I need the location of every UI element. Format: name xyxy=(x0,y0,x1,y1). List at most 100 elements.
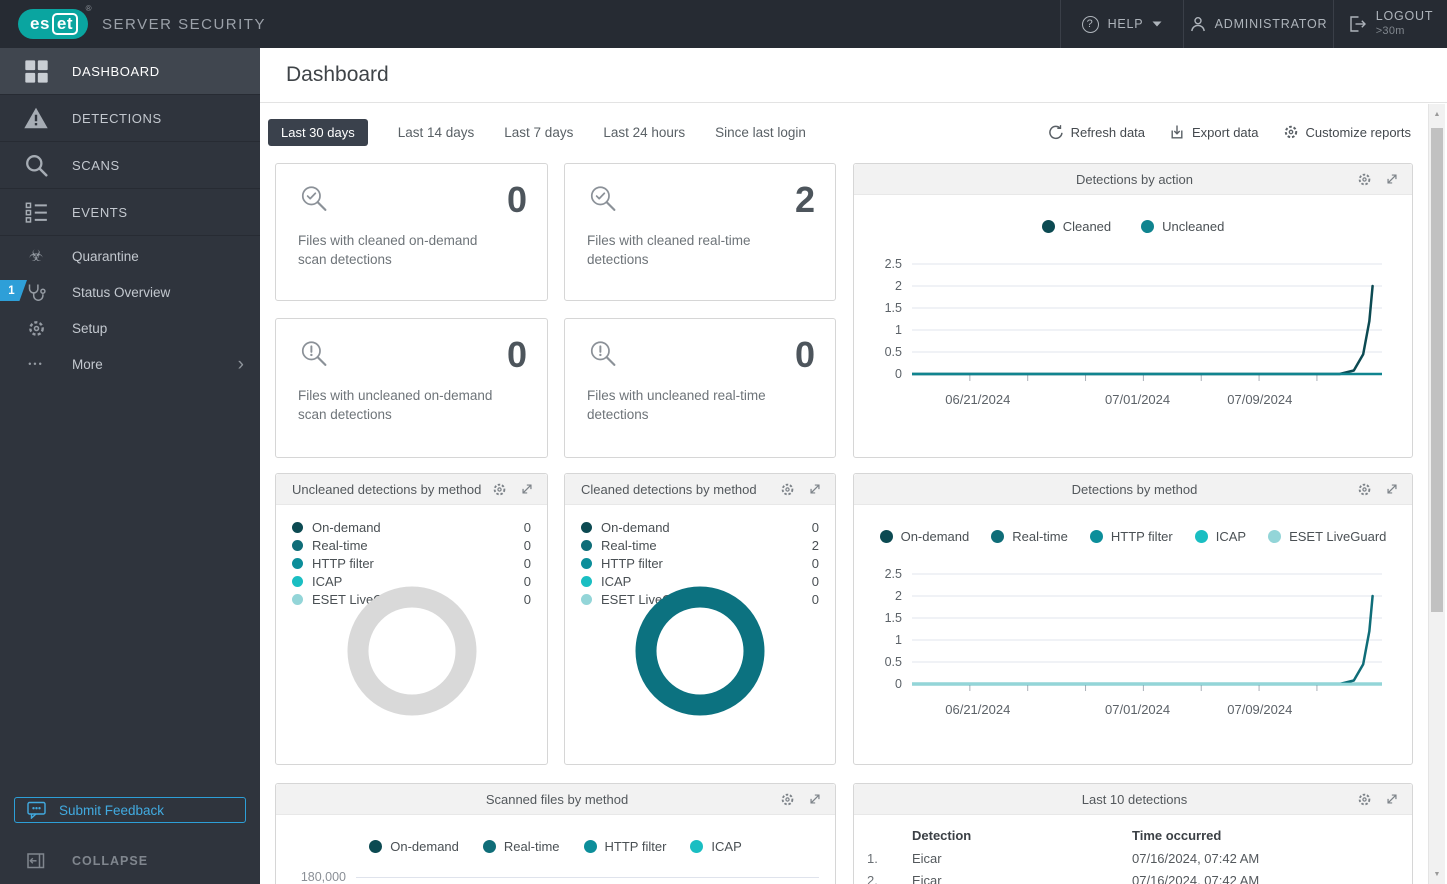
sidebar-item-more[interactable]: More xyxy=(0,346,260,382)
legend-dot xyxy=(1194,530,1208,543)
y-axis-label: 2.5 xyxy=(884,257,902,271)
x-axis-label: 07/01/2024 xyxy=(1105,392,1171,407)
administrator-button[interactable]: ADMINISTRATOR xyxy=(1183,0,1333,48)
settings-icon[interactable] xyxy=(780,792,795,807)
stat-card-uncleaned-on-demand[interactable]: 0 Files with uncleaned on-demand scan de… xyxy=(275,318,548,458)
export-data-button[interactable]: Export data xyxy=(1169,124,1259,140)
legend-value: 0 xyxy=(811,519,819,535)
donut-ring xyxy=(635,586,765,716)
search-check-icon xyxy=(298,184,328,212)
settings-icon[interactable] xyxy=(492,482,507,497)
tab-since-last-login[interactable]: Since last login xyxy=(715,125,806,140)
y-axis-label: 1.5 xyxy=(884,301,902,315)
scroll-down-icon[interactable] xyxy=(1429,867,1445,881)
tab-last-24-hours[interactable]: Last 24 hours xyxy=(603,125,685,140)
gridline xyxy=(356,877,819,878)
settings-icon[interactable] xyxy=(780,482,795,497)
expand-icon[interactable] xyxy=(1385,172,1399,186)
legend-label: On-demand xyxy=(601,519,670,535)
scroll-up-icon[interactable] xyxy=(1429,107,1445,121)
legend-item: On-demand xyxy=(369,839,459,854)
y-axis-label: 1 xyxy=(895,323,902,337)
chart-card-scanned-files-by-method: Scanned files by method On-demand Real-t… xyxy=(275,783,836,884)
x-axis-label: 07/01/2024 xyxy=(1105,702,1171,717)
collapse-icon xyxy=(0,853,72,869)
refresh-data-button[interactable]: Refresh data xyxy=(1048,124,1145,140)
logout-label: LOGOUT xyxy=(1375,9,1434,24)
product-name: SERVER SECURITY xyxy=(102,15,266,33)
gear-icon xyxy=(1283,124,1299,140)
tab-last-14-days[interactable]: Last 14 days xyxy=(398,125,475,140)
settings-icon[interactable] xyxy=(1357,482,1372,497)
sidebar-item-label: DETECTIONS xyxy=(72,110,162,126)
export-label: Export data xyxy=(1192,124,1259,140)
table-column-time-occurred: Time occurred xyxy=(1132,827,1222,843)
settings-icon[interactable] xyxy=(1357,172,1372,187)
legend-item: Real-time xyxy=(482,839,560,854)
sidebar-item-label: SCANS xyxy=(72,157,120,173)
y-axis-label: 1.5 xyxy=(884,611,902,625)
legend-label: HTTP filter xyxy=(1110,529,1173,544)
search-alert-icon xyxy=(298,339,328,367)
help-button[interactable]: HELP xyxy=(1060,0,1183,48)
tab-last-30-days[interactable]: Last 30 days xyxy=(268,118,368,146)
card-title: Detections by method xyxy=(1071,481,1198,497)
chart-card-cleaned-detections-by-method: Cleaned detections by method On-demand 0 … xyxy=(564,473,836,765)
legend-dot xyxy=(1141,220,1155,233)
detection-name: Eicar xyxy=(912,872,942,884)
tab-last-7-days[interactable]: Last 7 days xyxy=(504,125,573,140)
legend-item: On-demand xyxy=(879,529,969,544)
submit-feedback-button[interactable]: Submit Feedback xyxy=(14,797,246,823)
sidebar-item-scans[interactable]: SCANS xyxy=(0,142,260,189)
sidebar-item-label: DASHBOARD xyxy=(72,63,160,79)
row-index: 2. xyxy=(867,872,878,884)
search-check-icon xyxy=(587,184,617,212)
stat-card-uncleaned-real-time[interactable]: 0 Files with uncleaned real-time detecti… xyxy=(564,318,836,458)
legend-dot xyxy=(1268,530,1282,543)
settings-icon[interactable] xyxy=(1357,792,1372,807)
logout-button[interactable]: LOGOUT >30m xyxy=(1333,0,1447,48)
legend-item: HTTP filter 0 xyxy=(581,554,819,572)
row-index: 1. xyxy=(867,850,878,866)
stat-label: Files with uncleaned on-demand scan dete… xyxy=(298,388,493,422)
customize-reports-button[interactable]: Customize reports xyxy=(1283,124,1411,140)
stat-card-cleaned-real-time[interactable]: 2 Files with cleaned real-time detection… xyxy=(564,163,836,301)
page-header: Dashboard xyxy=(260,48,1447,103)
y-axis-label: 2 xyxy=(895,279,902,293)
grid-icon xyxy=(0,59,72,84)
download-icon xyxy=(1169,124,1185,140)
sidebar-item-setup[interactable]: Setup xyxy=(0,310,260,346)
sidebar-item-quarantine[interactable]: Quarantine xyxy=(0,238,260,274)
sidebar-item-detections[interactable]: DETECTIONS xyxy=(0,95,260,142)
y-axis-label: 0.5 xyxy=(884,345,902,359)
legend-label: Real-time xyxy=(312,537,368,553)
user-icon xyxy=(1190,16,1206,32)
y-axis-label: 2.5 xyxy=(884,567,902,581)
stat-value: 0 xyxy=(506,179,527,220)
expand-icon[interactable] xyxy=(808,792,822,806)
scrollbar[interactable] xyxy=(1428,104,1445,884)
legend-dot xyxy=(292,575,303,587)
logo-text-boxed: et xyxy=(51,13,79,35)
expand-icon[interactable] xyxy=(1385,792,1399,806)
legend-value: 0 xyxy=(523,555,531,571)
scrollbar-thumb[interactable] xyxy=(1431,128,1443,612)
legend-label: Real-time xyxy=(1012,529,1068,544)
sidebar-item-dashboard[interactable]: DASHBOARD xyxy=(0,48,260,95)
feedback-icon xyxy=(15,801,59,819)
chart-card-detections-by-action: Detections by action Cleaned Uncleaned 2… xyxy=(853,163,1413,458)
stat-card-cleaned-on-demand[interactable]: 0 Files with cleaned on-demand scan dete… xyxy=(275,163,548,301)
expand-icon[interactable] xyxy=(520,482,534,496)
help-label: HELP xyxy=(1107,17,1144,31)
expand-icon[interactable] xyxy=(1385,482,1399,496)
expand-icon[interactable] xyxy=(808,482,822,496)
chart-legend: On-demand Real-time HTTP filter ICAP ESE… xyxy=(854,529,1412,544)
legend-dot xyxy=(581,575,592,587)
collapse-button[interactable]: COLLAPSE xyxy=(0,848,260,874)
line-chart-svg xyxy=(912,573,1382,699)
sidebar-item-label: EVENTS xyxy=(72,204,128,220)
sidebar-item-status-overview[interactable]: Status Overview xyxy=(0,274,260,310)
legend-value: 2 xyxy=(811,537,819,553)
card-title: Last 10 detections xyxy=(1081,791,1188,807)
sidebar-item-events[interactable]: EVENTS xyxy=(0,189,260,236)
